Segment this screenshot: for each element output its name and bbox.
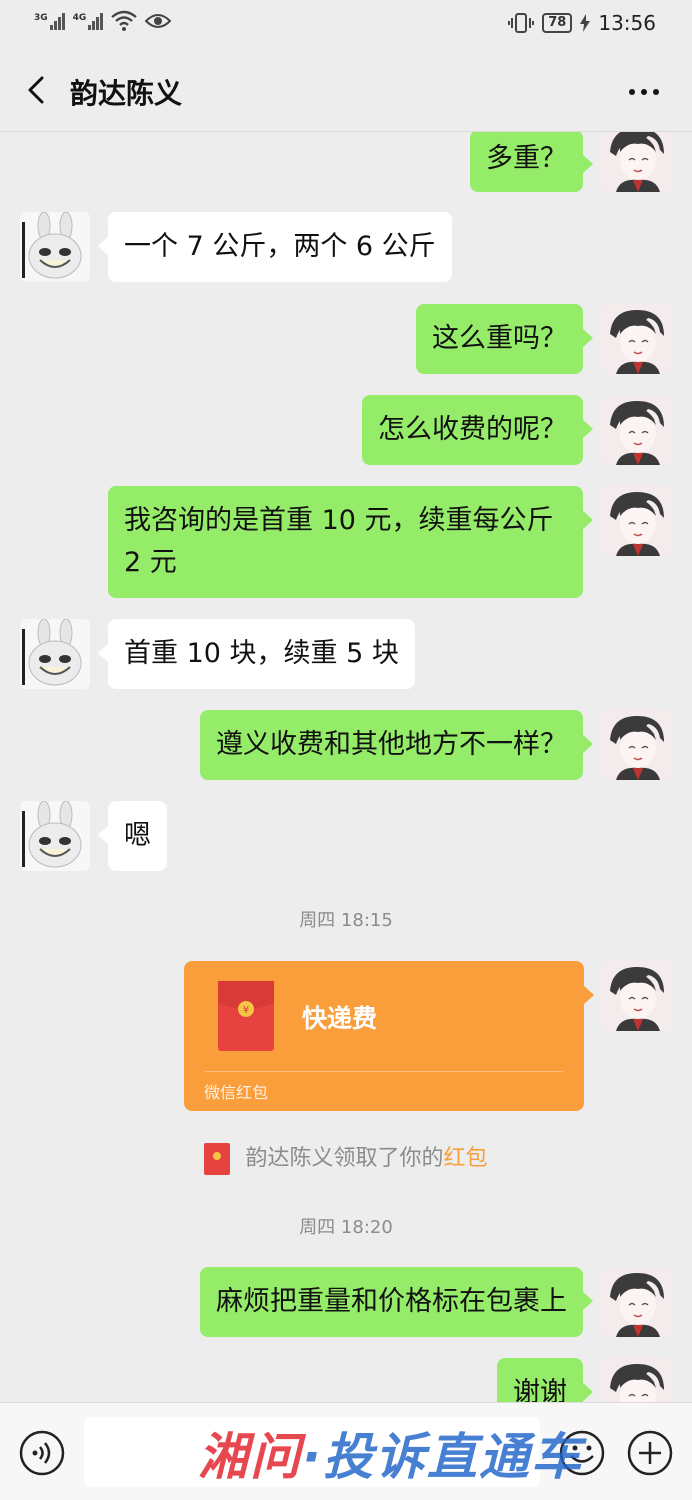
message-text: 嗯	[124, 820, 151, 851]
vibrate-icon	[508, 13, 535, 33]
timestamp: 周四 18:20	[299, 1217, 393, 1238]
outgoing-message[interactable]: 怎么收费的呢？	[362, 395, 593, 465]
chat-area[interactable]: 多重？ 一个 7 公斤，两个 6 公斤 这么重吗？ 怎么收费的呢？ 我咨询的是首…	[0, 132, 692, 1402]
red-packet-message[interactable]: ¥ 快递费 微信红包	[184, 961, 594, 1111]
outgoing-message[interactable]: 多重？	[470, 132, 593, 192]
red-packet-link[interactable]: 红包	[444, 1146, 488, 1171]
avatar[interactable]	[602, 395, 672, 465]
outgoing-message[interactable]: 谢谢	[497, 1358, 593, 1402]
message-text: 首重 10 块，续重 5 块	[124, 638, 399, 669]
red-packet-icon	[204, 1143, 231, 1175]
red-packet-icon: ¥	[218, 981, 274, 1051]
message-text: 多重？	[486, 143, 567, 174]
chevron-left-icon[interactable]	[20, 72, 56, 108]
input-bar: 湘问·投诉直通车	[0, 1402, 692, 1500]
red-packet-label: 微信红包	[204, 1083, 269, 1102]
svg-text:¥: ¥	[243, 1005, 249, 1016]
status-time: 13:56	[598, 11, 656, 35]
contact-avatar[interactable]	[20, 619, 90, 689]
contact-avatar[interactable]	[20, 212, 90, 282]
chat-header: 韵达陈义	[0, 50, 692, 132]
eye-icon	[145, 14, 172, 28]
network-type-label: 4G	[72, 12, 87, 23]
avatar[interactable]	[602, 710, 672, 780]
message-text: 麻烦把重量和价格标在包裹上	[216, 1286, 567, 1317]
status-bar: 3G 4G 78 13:56	[0, 0, 692, 50]
signal-icon: 4G	[72, 12, 104, 30]
outgoing-message[interactable]: 麻烦把重量和价格标在包裹上	[200, 1267, 593, 1337]
status-left: 3G 4G	[34, 10, 172, 32]
network-type-label: 3G	[34, 12, 48, 23]
red-packet-divider	[204, 1071, 564, 1072]
avatar[interactable]	[602, 1267, 672, 1337]
message-text: 遵义收费和其他地方不一样？	[216, 729, 567, 760]
charging-icon	[580, 14, 591, 32]
avatar[interactable]	[602, 132, 672, 192]
notice-text: 韵达陈义领取了你的	[245, 1146, 444, 1171]
message-text: 怎么收费的呢？	[378, 414, 567, 445]
avatar[interactable]	[602, 304, 672, 374]
avatar[interactable]	[602, 961, 672, 1031]
message-text: 这么重吗？	[432, 323, 567, 354]
watermark-text: 湘问	[198, 1428, 302, 1486]
incoming-message[interactable]: 一个 7 公斤，两个 6 公斤	[98, 212, 452, 282]
message-text: 一个 7 公斤，两个 6 公斤	[124, 231, 436, 262]
red-packet-title: 快递费	[302, 1004, 378, 1033]
plus-icon[interactable]	[626, 1429, 674, 1477]
message-text-line: 2 元	[124, 547, 177, 578]
more-icon[interactable]	[626, 80, 662, 104]
message-text: 谢谢	[513, 1377, 567, 1402]
status-right: 78 13:56	[508, 11, 656, 35]
incoming-message[interactable]: 嗯	[98, 801, 167, 871]
avatar[interactable]	[602, 1358, 672, 1402]
avatar[interactable]	[602, 486, 672, 556]
outgoing-message[interactable]: 这么重吗？	[416, 304, 593, 374]
contact-avatar[interactable]	[20, 801, 90, 871]
red-packet-claimed-notice: 韵达陈义领取了你的红包	[0, 1140, 692, 1175]
watermark: 湘问·投诉直通车	[198, 1417, 583, 1489]
outgoing-message[interactable]: 我咨询的是首重 10 元，续重每公斤 2 元	[108, 486, 593, 598]
watermark-text: ·投诉直通车	[302, 1428, 583, 1486]
signal-icon: 3G	[34, 12, 65, 30]
outgoing-message[interactable]: 遵义收费和其他地方不一样？	[200, 710, 593, 780]
voice-icon[interactable]	[18, 1429, 66, 1477]
incoming-message[interactable]: 首重 10 块，续重 5 块	[98, 619, 415, 689]
wifi-icon	[111, 10, 138, 31]
timestamp: 周四 18:15	[299, 910, 393, 931]
message-text-line: 我咨询的是首重 10 元，续重每公斤	[124, 505, 554, 536]
battery-icon: 78	[542, 13, 573, 33]
chat-title: 韵达陈义	[70, 77, 183, 110]
